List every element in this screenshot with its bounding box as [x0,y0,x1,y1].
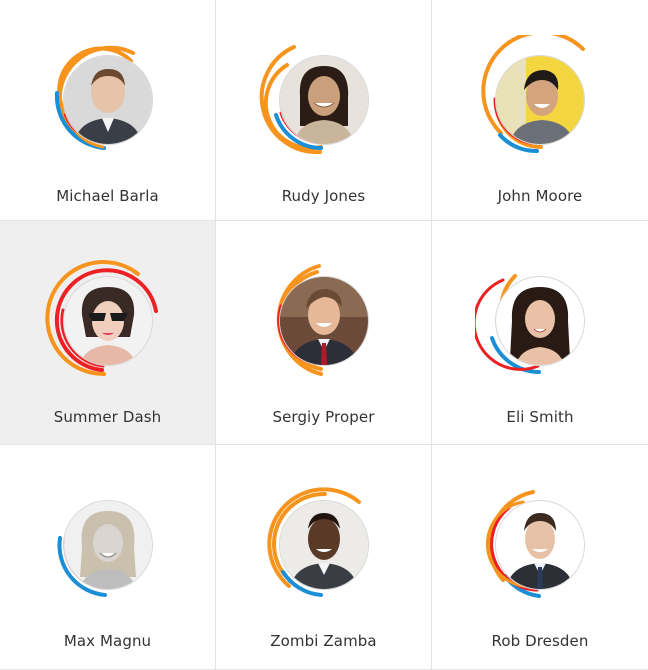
progress-rings [259,35,389,165]
avatar [495,276,585,366]
progress-rings [43,256,173,386]
avatar [62,276,153,366]
team-card-john-moore[interactable]: John Moore [432,0,648,221]
avatar [278,500,369,590]
team-card-rudy-jones[interactable]: Rudy Jones [216,0,432,221]
person-name: Max Magnu [63,632,152,650]
person-name: John Moore [497,187,583,205]
person-name: Eli Smith [506,408,574,426]
team-card-zombi-zamba[interactable]: Zombi Zamba [216,445,432,670]
person-name: Rudy Jones [281,187,366,205]
progress-rings [475,480,605,610]
avatar [62,500,153,590]
team-card-sergiy-proper[interactable]: Sergiy Proper [216,221,432,445]
person-name: Zombi Zamba [270,632,377,650]
person-name: Michael Barla [56,187,159,205]
avatar [495,55,585,145]
avatar [278,55,369,145]
progress-rings [259,480,389,610]
progress-rings [259,256,389,386]
progress-rings [43,480,173,610]
avatar [495,500,585,590]
progress-rings [43,35,173,165]
person-name: Sergiy Proper [272,408,375,426]
avatar [278,276,369,366]
team-card-eli-smith[interactable]: Eli Smith [432,221,648,445]
team-card-rob-dresden[interactable]: Rob Dresden [432,445,648,670]
person-name: Summer Dash [53,408,162,426]
team-card-michael-barla[interactable]: Michael Barla [0,0,216,221]
team-card-max-magnu[interactable]: Max Magnu [0,445,216,670]
team-card-summer-dash[interactable]: Summer Dash [0,221,216,445]
team-grid: Michael Barla Rudy Jones John Moore Summ… [0,0,648,670]
progress-rings [475,256,605,386]
progress-rings [475,35,605,165]
avatar [62,55,153,145]
person-name: Rob Dresden [491,632,589,650]
